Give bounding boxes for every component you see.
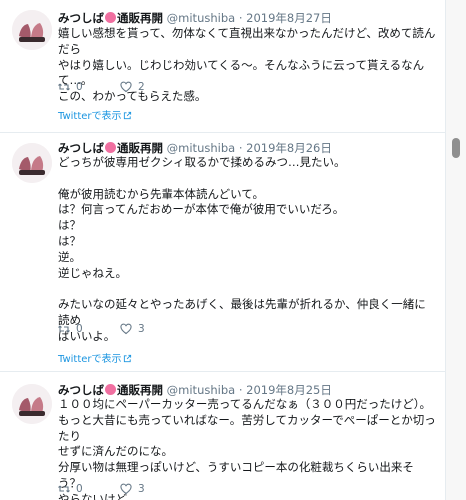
heart-icon bbox=[120, 323, 132, 335]
like-button[interactable]: 2 bbox=[120, 79, 145, 95]
name-label: 通販再開 bbox=[117, 141, 163, 155]
flower-icon bbox=[105, 384, 116, 395]
view-on-twitter-link[interactable]: Twitterで表示 bbox=[58, 110, 132, 124]
avatar[interactable] bbox=[12, 384, 52, 424]
tweet-date[interactable]: 2019年8月25日 bbox=[246, 383, 332, 397]
view-on-twitter-link[interactable]: Twitterで表示 bbox=[58, 353, 132, 367]
retweet-icon bbox=[58, 485, 70, 493]
retweet-button[interactable]: 0 bbox=[58, 321, 83, 337]
like-count: 2 bbox=[138, 81, 145, 93]
heart-icon bbox=[120, 81, 132, 93]
avatar[interactable] bbox=[12, 143, 52, 183]
separator: · bbox=[238, 11, 243, 25]
tweet-text: どっちが彼専用ゼクシィ取るかで揉めるみつ…見たい。 俺が彼用読むから先輩本体読ん… bbox=[58, 155, 426, 343]
like-button[interactable]: 3 bbox=[120, 321, 145, 337]
display-name[interactable]: みつしば bbox=[58, 141, 104, 155]
tweet-header: みつしば 通販再開 @mitushiba · 2019年8月27日 bbox=[58, 10, 332, 26]
tweet-header: みつしば 通販再開 @mitushiba · 2019年8月26日 bbox=[58, 140, 332, 156]
avatar[interactable] bbox=[12, 10, 52, 50]
scrollbar-thumb[interactable] bbox=[452, 138, 460, 158]
tweet-header: みつしば 通販再開 @mitushiba · 2019年8月25日 bbox=[58, 382, 332, 398]
retweet-count: 0 bbox=[76, 323, 83, 335]
tweet-text: １００均にペーパーカッター売ってるんだなぁ（３００円だったけど）。 もっと大昔に… bbox=[58, 397, 436, 500]
retweet-count: 0 bbox=[76, 81, 83, 93]
tweet: みつしば 通販再開 @mitushiba · 2019年8月25日 １００均にペー… bbox=[0, 372, 445, 500]
name-label: 通販再開 bbox=[117, 11, 163, 25]
retweet-button[interactable]: 0 bbox=[58, 79, 83, 95]
view-on-twitter-label: Twitterで表示 bbox=[58, 111, 122, 122]
tweet-date[interactable]: 2019年8月27日 bbox=[246, 11, 332, 25]
display-name[interactable]: みつしば bbox=[58, 11, 104, 25]
separator: · bbox=[238, 141, 243, 155]
name-label: 通販再開 bbox=[117, 383, 163, 397]
retweet-icon bbox=[58, 83, 70, 91]
retweet-icon bbox=[58, 325, 70, 333]
retweet-button[interactable]: 0 bbox=[58, 481, 83, 497]
display-name[interactable]: みつしば bbox=[58, 383, 104, 397]
tweet-date[interactable]: 2019年8月26日 bbox=[246, 141, 332, 155]
scrollbar[interactable] bbox=[446, 0, 466, 500]
tweet: みつしば 通販再開 @mitushiba · 2019年8月26日 どっちが彼専用… bbox=[0, 133, 445, 372]
flower-icon bbox=[105, 12, 116, 23]
tweet: みつしば 通販再開 @mitushiba · 2019年8月27日 嬉しい感想を貰… bbox=[0, 0, 445, 133]
tweet-text: 嬉しい感想を貰って、勿体なくて直視出来なかったんだけど、改めて読んだら やはり嬉… bbox=[58, 26, 436, 104]
external-link-icon bbox=[123, 111, 131, 120]
heart-icon bbox=[120, 483, 132, 495]
retweet-count: 0 bbox=[76, 483, 83, 495]
external-link-icon bbox=[123, 354, 131, 363]
view-on-twitter-label: Twitterで表示 bbox=[58, 354, 122, 365]
flower-icon bbox=[105, 142, 116, 153]
like-button[interactable]: 3 bbox=[120, 481, 145, 497]
user-handle[interactable]: @mitushiba bbox=[167, 11, 236, 25]
user-handle[interactable]: @mitushiba bbox=[167, 141, 236, 155]
separator: · bbox=[238, 383, 243, 397]
like-count: 3 bbox=[138, 323, 145, 335]
user-handle[interactable]: @mitushiba bbox=[167, 383, 236, 397]
tweet-feed: みつしば 通販再開 @mitushiba · 2019年8月27日 嬉しい感想を貰… bbox=[0, 0, 446, 500]
like-count: 3 bbox=[138, 483, 145, 495]
